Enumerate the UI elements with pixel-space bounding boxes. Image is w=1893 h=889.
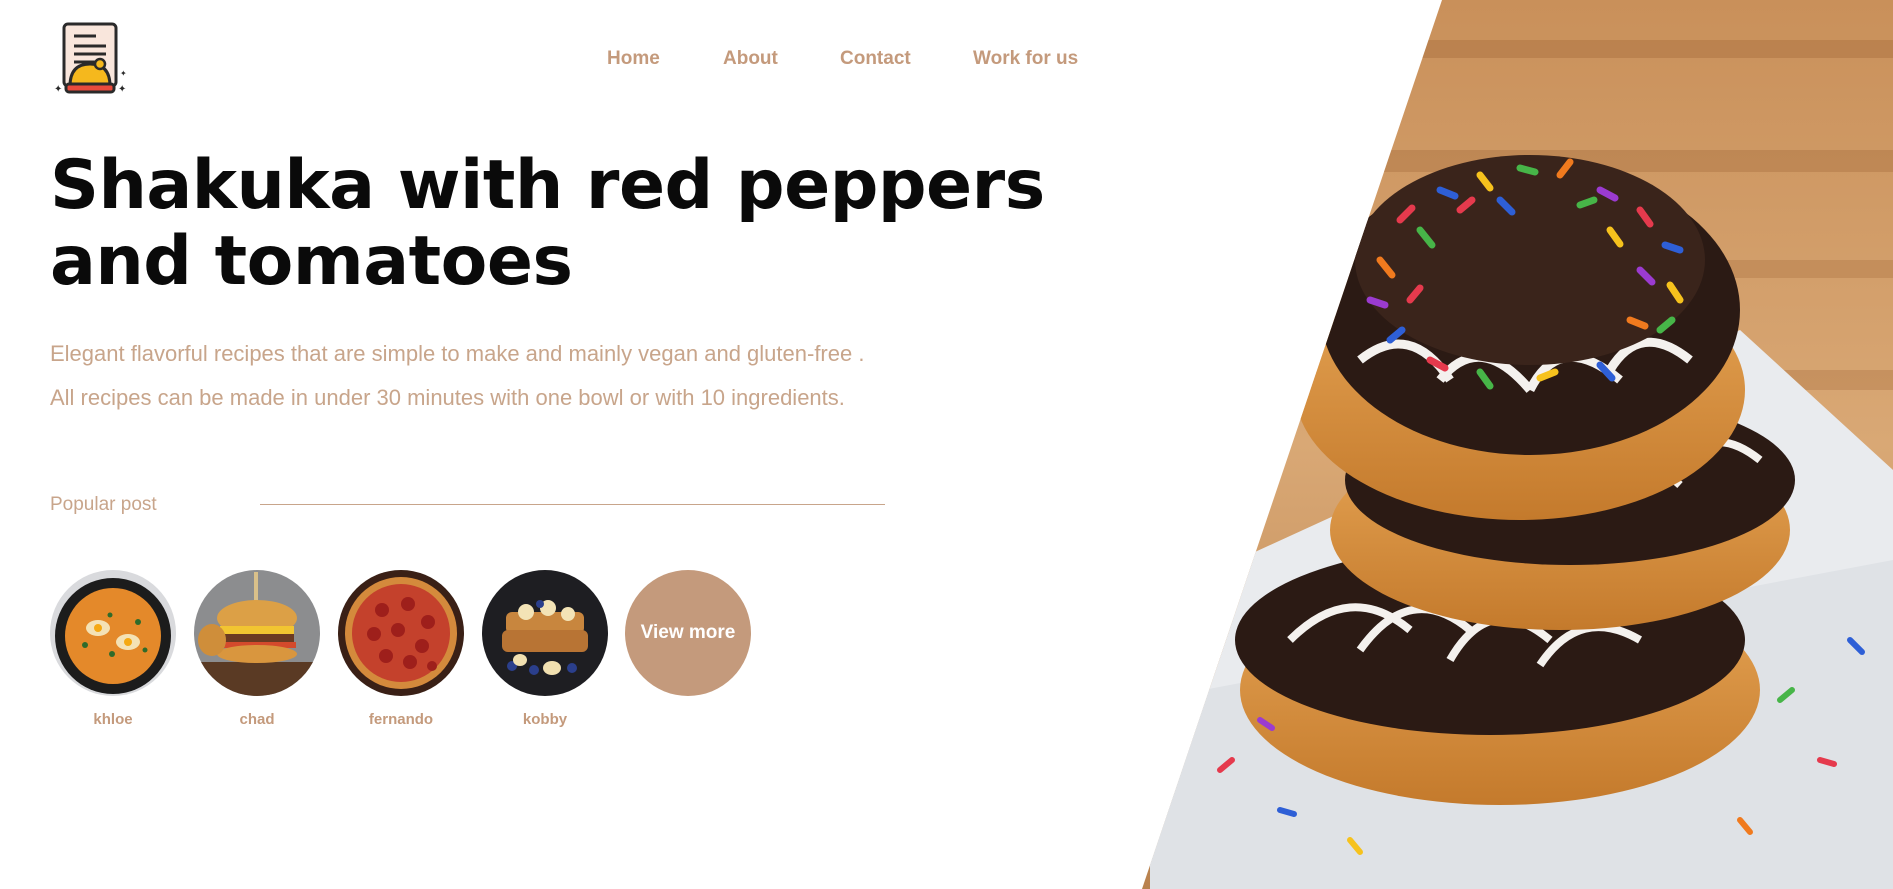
- french-toast-image[interactable]: [482, 570, 608, 696]
- hero-lead-line-1: Elegant flavorful recipes that are simpl…: [50, 341, 865, 366]
- popular-post-khloe[interactable]: khloe: [50, 570, 176, 728]
- burger-image[interactable]: [194, 570, 320, 696]
- popular-post-label: Popular post: [50, 494, 157, 515]
- nav-contact[interactable]: Contact: [840, 48, 911, 70]
- nav-about[interactable]: About: [723, 48, 778, 70]
- main-nav: Home About Contact Work for us: [0, 48, 1893, 78]
- shakshuka-pan-image[interactable]: [50, 570, 176, 696]
- post-author[interactable]: chad: [194, 711, 320, 728]
- nav-home[interactable]: Home: [607, 48, 660, 70]
- popular-post-chad[interactable]: chad: [194, 570, 320, 728]
- post-author[interactable]: khloe: [50, 711, 176, 728]
- pepperoni-pizza-image[interactable]: [338, 570, 464, 696]
- post-author[interactable]: fernando: [338, 711, 464, 728]
- page-title: Shakuka with red peppers and tomatoes: [50, 146, 1045, 301]
- hero-donut-image: [1142, 0, 1893, 889]
- hero-lead-line-2: All recipes can be made in under 30 minu…: [50, 385, 845, 410]
- view-more-button[interactable]: View more: [625, 570, 751, 696]
- popular-post-kobby[interactable]: kobby: [482, 570, 608, 728]
- popular-post-divider: [260, 504, 885, 505]
- post-author[interactable]: kobby: [482, 711, 608, 728]
- svg-text:✦: ✦: [118, 84, 126, 95]
- nav-work-for-us[interactable]: Work for us: [973, 48, 1078, 70]
- popular-post-fernando[interactable]: fernando: [338, 570, 464, 728]
- svg-text:✦: ✦: [54, 84, 62, 95]
